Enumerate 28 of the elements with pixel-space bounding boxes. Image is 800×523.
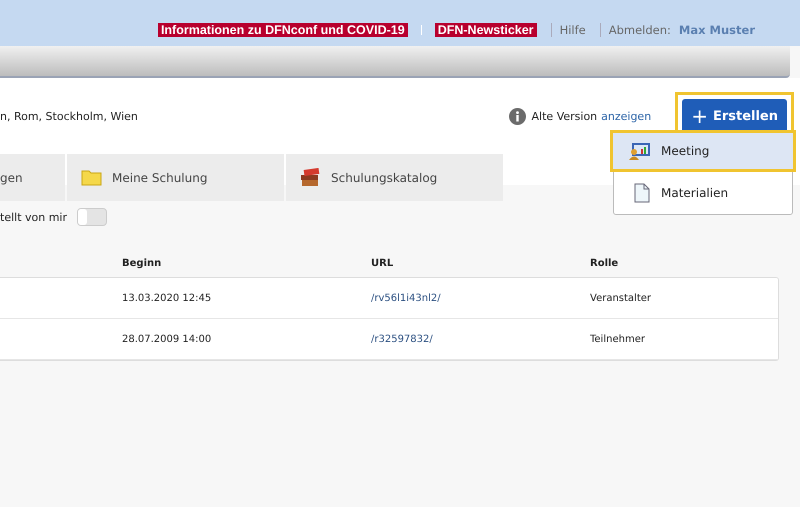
table-cell-text: 13.03.2020 12:45 [122, 292, 212, 304]
table-cell-text: Teilnehmer [590, 334, 646, 344]
logout-label: Abmelden: [608, 23, 671, 37]
news-link[interactable]: Informationen zu DFNconf und COVID-19 [158, 23, 408, 37]
tab[interactable]: gen [0, 154, 65, 201]
show-link[interactable]: anzeigen [601, 110, 652, 122]
table-cell-text: 28.07.2009 14:00 [122, 334, 212, 344]
news-link[interactable]: DFN-Newsticker [434, 23, 537, 37]
menu-item[interactable]: Materialien [614, 172, 792, 214]
toggle-switch[interactable] [77, 208, 108, 226]
presentation-icon [629, 142, 651, 160]
tab[interactable]: Schulungskatalog [286, 154, 503, 201]
document-icon [633, 183, 651, 203]
old-version-text: Alte Version [532, 110, 598, 122]
column-header: URL [371, 258, 394, 268]
help-link[interactable]: Hilfe [560, 23, 586, 37]
column-header: Rolle [590, 258, 620, 268]
books-icon [300, 168, 321, 188]
menu-item[interactable]: Meeting [610, 130, 796, 172]
url-link[interactable]: /rv56l1i43nl2/ [371, 292, 590, 304]
info-icon [508, 108, 526, 124]
table-cell-text: Veranstalter [590, 292, 652, 304]
url-link[interactable]: /r32597832/ [371, 334, 590, 344]
filter-label: tellt von mir [0, 210, 68, 224]
column-header: Beginn [122, 258, 162, 268]
create-button[interactable]: + Erstellen [682, 99, 787, 133]
location-text: n, Rom, Stockholm, Wien [0, 110, 138, 122]
tab[interactable]: Meine Schulung [67, 154, 284, 201]
